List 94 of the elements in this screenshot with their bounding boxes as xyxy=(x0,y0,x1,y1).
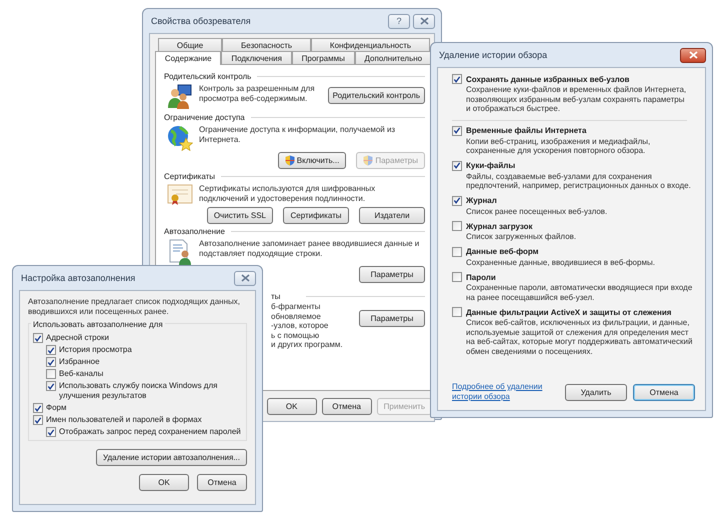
close-icon xyxy=(420,17,428,25)
description-line: -узлов, которое xyxy=(271,321,330,330)
button[interactable]: OK xyxy=(139,474,189,491)
tab[interactable]: Общие xyxy=(158,38,222,51)
checkbox[interactable] xyxy=(452,246,462,256)
checkbox[interactable] xyxy=(452,307,462,317)
option-label: Временные файлы Интернета xyxy=(466,126,586,135)
shield-icon xyxy=(284,155,295,166)
checkbox[interactable] xyxy=(452,126,462,136)
option-label: Форм xyxy=(46,403,66,413)
section-description: Сертификаты используются для шифрованных подключений и удостоверения подлинности. xyxy=(199,184,376,205)
close-button[interactable] xyxy=(413,14,435,28)
option-label: Куки-файлы xyxy=(466,161,516,170)
section-description: Контроль за разрешенным для просмотра веб-содержимым. xyxy=(199,84,316,105)
tab[interactable]: Содержание xyxy=(155,51,222,65)
intro-text: Автозаполнение предлагает список подходящих данных, вводившихся или посещенных ранее. xyxy=(28,297,241,317)
description-line: обновляемое xyxy=(271,312,322,321)
option-description: Сохраненные данные, вводившиеся в веб-формы. xyxy=(465,258,656,267)
close-icon xyxy=(240,274,250,282)
option-label: Пароли xyxy=(466,272,496,282)
checkbox[interactable] xyxy=(33,415,43,425)
section-description: Автозаполнение запоминает ранее вводившиеся данные и подставляет подходящие строки. xyxy=(199,239,420,260)
button[interactable]: Родительский контроль xyxy=(328,87,425,104)
button[interactable]: Отмена xyxy=(197,474,247,491)
close-button[interactable] xyxy=(680,48,706,62)
close-icon xyxy=(688,51,698,59)
checkbox[interactable] xyxy=(46,357,56,367)
button[interactable]: Отмена xyxy=(633,384,695,400)
group-title: Использовать автозаполнение для xyxy=(31,320,165,329)
section-heading: Родительский контроль xyxy=(164,72,252,80)
button[interactable]: Удаление истории автозаполнения... xyxy=(96,449,247,466)
option-description: Сохраненные пароли, автоматически вводящиеся при входе на ранее посещавшийся веб-узел. xyxy=(465,283,694,302)
section-heading: Ограничение доступа xyxy=(164,112,245,122)
button[interactable]: Параметры xyxy=(359,266,425,283)
window-title: Удаление истории обзора xyxy=(438,50,548,60)
option-description: Копии веб-страниц, изображения и медиафайлы, сохраненные для ускорения повторного обзора. xyxy=(465,136,652,156)
section-heading: ты xyxy=(271,292,280,300)
tab[interactable]: Дополнительно xyxy=(354,51,432,64)
checkbox[interactable] xyxy=(46,427,56,437)
checkbox[interactable] xyxy=(46,345,56,355)
checkbox[interactable] xyxy=(33,333,43,343)
option-description: Файлы, создаваемые веб-узлами для сохранения предпочтений, например, регистрационных данных о входе. xyxy=(465,172,692,190)
option-label: Журнал загрузок xyxy=(466,222,532,230)
section-description: Ограничение доступа к информации, получаемой из Интернета. xyxy=(199,125,396,146)
button[interactable]: Очистить SSL xyxy=(206,207,273,224)
tab[interactable]: Конфиденциальность xyxy=(311,38,430,51)
option-label: Журнал xyxy=(466,196,497,205)
option-label: Отображать запрос перед сохранением паролей xyxy=(59,427,241,437)
option-label: Избранное xyxy=(59,357,100,367)
option-label: Данные фильтрации ActiveX и защиты от слежения xyxy=(466,308,672,316)
description-line: б-фрагменты xyxy=(271,302,322,312)
button[interactable]: Сертификаты xyxy=(283,207,349,224)
checkbox[interactable] xyxy=(46,369,56,379)
button[interactable]: Удалить xyxy=(565,384,627,400)
option-description: Список загруженных файлов. xyxy=(465,232,578,242)
checkbox[interactable] xyxy=(452,221,462,231)
checkbox[interactable] xyxy=(452,272,462,282)
form-user-icon xyxy=(168,239,192,265)
button[interactable]: Включить... xyxy=(278,152,346,169)
globe-star-icon xyxy=(167,125,193,151)
checkbox[interactable] xyxy=(33,403,43,413)
option-description: Сохранение куки-файлов и временных файлов Интернета, позволяющих избранным веб-узлам сохранять параметры и отображаться быстрее. xyxy=(465,85,687,114)
help-button[interactable]: ? xyxy=(388,14,410,28)
section-heading: Сертификаты xyxy=(164,172,216,180)
shield-icon xyxy=(363,155,374,166)
button[interactable]: OK xyxy=(266,398,317,415)
description-line: ь с помощью xyxy=(271,330,320,340)
option-label: Адресной строки xyxy=(46,333,109,343)
checkbox[interactable] xyxy=(452,196,462,206)
tab[interactable]: Безопасность xyxy=(222,38,311,51)
button[interactable]: Отмена xyxy=(322,398,372,415)
tab[interactable]: Программы xyxy=(292,51,355,64)
description-line: и других программ. xyxy=(271,340,343,350)
certificate-icon xyxy=(167,184,193,206)
section-heading: Автозаполнение xyxy=(164,226,225,236)
users-monitor-icon xyxy=(168,84,192,110)
option-label: Сохранять данные избранных веб-узлов xyxy=(466,74,630,84)
window-title: Настройка автозаполнения xyxy=(20,273,136,283)
help-link[interactable]: Подробнее об удалении истории обзора xyxy=(452,382,547,402)
checkbox[interactable] xyxy=(452,74,462,84)
close-button[interactable] xyxy=(234,270,256,286)
option-description: Список веб-сайтов, исключенных из фильтрации, и данные, используемые защитой от слежения для определения мест на веб-сайтах, которые могут поддерживать автоматический обмен сведениями о посещениях. xyxy=(465,318,694,356)
button[interactable]: Издатели xyxy=(359,207,425,224)
tab[interactable]: Подключения xyxy=(221,51,292,64)
option-label: Имен пользователей и паролей в формах xyxy=(46,415,202,425)
button[interactable]: Параметры xyxy=(359,310,425,327)
option-label: История просмотра xyxy=(59,345,132,355)
checkbox[interactable] xyxy=(46,381,56,391)
checkbox[interactable] xyxy=(452,160,462,170)
option-description: Список ранее посещенных веб-узлов. xyxy=(465,206,608,216)
window-title: Свойства обозревателя xyxy=(150,16,252,26)
option-label: Данные веб-форм xyxy=(466,247,539,256)
option-label: Веб-каналы xyxy=(59,369,104,379)
option-label: Использовать службу поиска Windows для улучшения результатов xyxy=(59,381,218,401)
